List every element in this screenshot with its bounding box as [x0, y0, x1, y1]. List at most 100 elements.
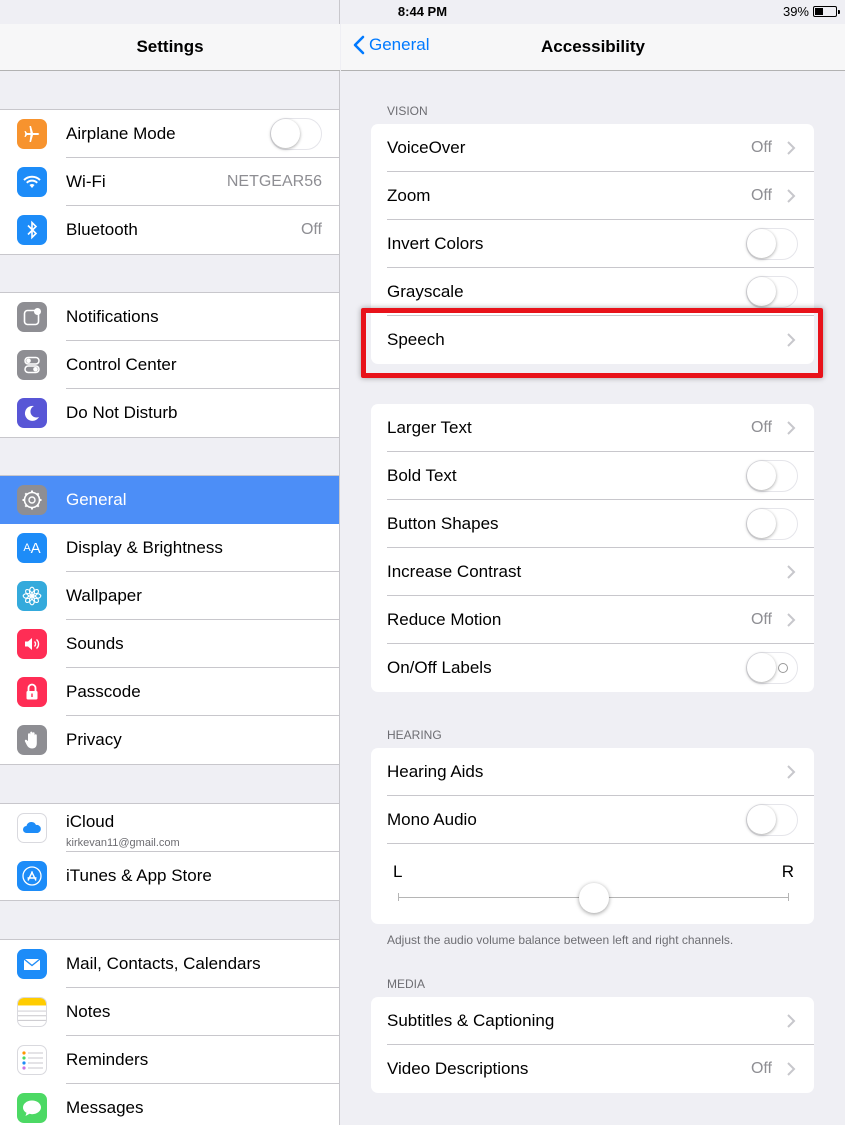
sidebar-item-label: Control Center [66, 355, 177, 374]
lock-icon [17, 677, 47, 707]
sidebar-item-icloud[interactable]: iCloud kirkevan11@gmail.com [0, 804, 339, 852]
sidebar-item-messages[interactable]: Messages [0, 1084, 339, 1125]
row-label: Invert Colors [387, 234, 484, 253]
sidebar-item-label: iCloud [66, 812, 115, 831]
sidebar-item-airplane-mode[interactable]: Airplane Mode [0, 110, 339, 158]
sidebar-group-connectivity: Airplane Mode Wi-Fi NETGEAR56 Bluetooth … [0, 109, 339, 255]
row-value: Off [750, 1060, 772, 1077]
bold-text-toggle[interactable] [746, 460, 798, 492]
chevron-right-icon [787, 565, 796, 579]
notes-icon [17, 997, 47, 1027]
row-value: Off [750, 139, 772, 156]
bluetooth-icon [17, 215, 47, 245]
chevron-right-icon [787, 1062, 796, 1076]
wallpaper-icon [17, 581, 47, 611]
sidebar-item-bluetooth[interactable]: Bluetooth Off [0, 206, 339, 254]
chevron-right-icon [787, 765, 796, 779]
sidebar-item-label: Do Not Disturb [66, 403, 178, 422]
row-label: Reduce Motion [387, 610, 502, 629]
sidebar-item-label: Sounds [66, 634, 124, 653]
row-on-off-labels: On/Off Labels [371, 644, 814, 692]
row-label: Grayscale [387, 282, 464, 301]
sidebar-group-notifications: Notifications Control Center Do Not Dist… [0, 292, 339, 438]
sidebar-item-privacy[interactable]: Privacy [0, 716, 339, 764]
balance-slider-row: L R [371, 844, 814, 924]
row-label: Hearing Aids [387, 762, 484, 781]
sidebar-item-label: Privacy [66, 730, 122, 749]
row-larger-text[interactable]: Larger Text Off [371, 404, 814, 452]
section-header-hearing: HEARING [387, 728, 442, 742]
row-label: VoiceOver [387, 138, 466, 157]
sidebar-group-apps: Mail, Contacts, Calendars Notes Reminder… [0, 939, 339, 1125]
sidebar-item-notes[interactable]: Notes [0, 988, 339, 1036]
invert-colors-toggle[interactable] [746, 228, 798, 260]
sidebar-group-accounts: iCloud kirkevan11@gmail.com iTunes & App… [0, 803, 339, 901]
reminders-icon [17, 1045, 47, 1075]
sidebar-item-label: Display & Brightness [66, 538, 223, 557]
row-label: On/Off Labels [387, 658, 492, 677]
row-mono-audio: Mono Audio [371, 796, 814, 844]
display-icon: AA [17, 533, 47, 563]
bluetooth-value: Off [300, 221, 322, 238]
row-label: Mono Audio [387, 810, 477, 829]
wifi-icon [17, 167, 47, 197]
off-label-ring-icon [778, 663, 788, 673]
sidebar-item-wifi[interactable]: Wi-Fi NETGEAR56 [0, 158, 339, 206]
sidebar-item-passcode[interactable]: Passcode [0, 668, 339, 716]
row-value: Off [750, 419, 772, 436]
sidebar-item-label: Reminders [66, 1050, 149, 1069]
sidebar-item-itunes-app-store[interactable]: iTunes & App Store [0, 852, 339, 900]
hand-icon [17, 725, 47, 755]
row-reduce-motion[interactable]: Reduce Motion Off [371, 596, 814, 644]
sidebar-item-label: Airplane Mode [66, 124, 176, 143]
sidebar-item-do-not-disturb[interactable]: Do Not Disturb [0, 389, 339, 437]
sidebar-item-control-center[interactable]: Control Center [0, 341, 339, 389]
media-group: Subtitles & Captioning Video Description… [371, 997, 814, 1093]
settings-sidebar: Settings Airplane Mode Wi-Fi NETGEAR56 B… [0, 0, 340, 1125]
sidebar-item-label: Wi-Fi [66, 172, 106, 191]
sidebar-item-wallpaper[interactable]: Wallpaper [0, 572, 339, 620]
sidebar-item-display-brightness[interactable]: AA Display & Brightness [0, 524, 339, 572]
airplane-mode-toggle[interactable] [270, 118, 322, 150]
balance-tick-left [398, 893, 399, 901]
moon-icon [17, 398, 47, 428]
sidebar-item-sounds[interactable]: Sounds [0, 620, 339, 668]
speaker-icon [17, 629, 47, 659]
icloud-account-email: kirkevan11@gmail.com [66, 837, 180, 849]
sidebar-item-mail-contacts-calendars[interactable]: Mail, Contacts, Calendars [0, 940, 339, 988]
row-zoom[interactable]: Zoom Off [371, 172, 814, 220]
row-label: Zoom [387, 186, 431, 205]
control-center-icon [17, 350, 47, 380]
row-hearing-aids[interactable]: Hearing Aids [371, 748, 814, 796]
notifications-icon [17, 302, 47, 332]
speech-highlight-box [361, 308, 823, 378]
row-increase-contrast[interactable]: Increase Contrast [371, 548, 814, 596]
mono-audio-toggle[interactable] [746, 804, 798, 836]
sidebar-item-general[interactable]: General [0, 476, 339, 524]
sidebar-item-label: Mail, Contacts, Calendars [66, 954, 261, 973]
button-shapes-toggle[interactable] [746, 508, 798, 540]
row-value: Off [750, 187, 772, 204]
balance-left-label: L [393, 862, 403, 881]
row-subtitles-captioning[interactable]: Subtitles & Captioning [371, 997, 814, 1045]
sidebar-item-label: Bluetooth [66, 220, 138, 239]
sidebar-item-label: Notifications [66, 307, 159, 326]
row-label: Bold Text [387, 466, 457, 485]
row-video-descriptions[interactable]: Video Descriptions Off [371, 1045, 814, 1093]
row-voiceover[interactable]: VoiceOver Off [371, 124, 814, 172]
chevron-right-icon [787, 421, 796, 435]
sidebar-item-notifications[interactable]: Notifications [0, 293, 339, 341]
cloud-icon [17, 813, 47, 843]
balance-slider-thumb[interactable] [578, 883, 609, 913]
gear-icon [17, 485, 47, 515]
sidebar-item-label: Passcode [66, 682, 141, 701]
on-off-labels-toggle[interactable] [746, 652, 798, 684]
sidebar-item-reminders[interactable]: Reminders [0, 1036, 339, 1084]
sidebar-item-label: Messages [66, 1098, 144, 1117]
row-invert-colors: Invert Colors [371, 220, 814, 268]
grayscale-toggle[interactable] [746, 276, 798, 308]
section-header-vision: VISION [387, 104, 428, 118]
sidebar-title: Settings [136, 37, 204, 56]
section-header-media: MEDIA [387, 977, 426, 991]
chevron-right-icon [787, 1014, 796, 1028]
